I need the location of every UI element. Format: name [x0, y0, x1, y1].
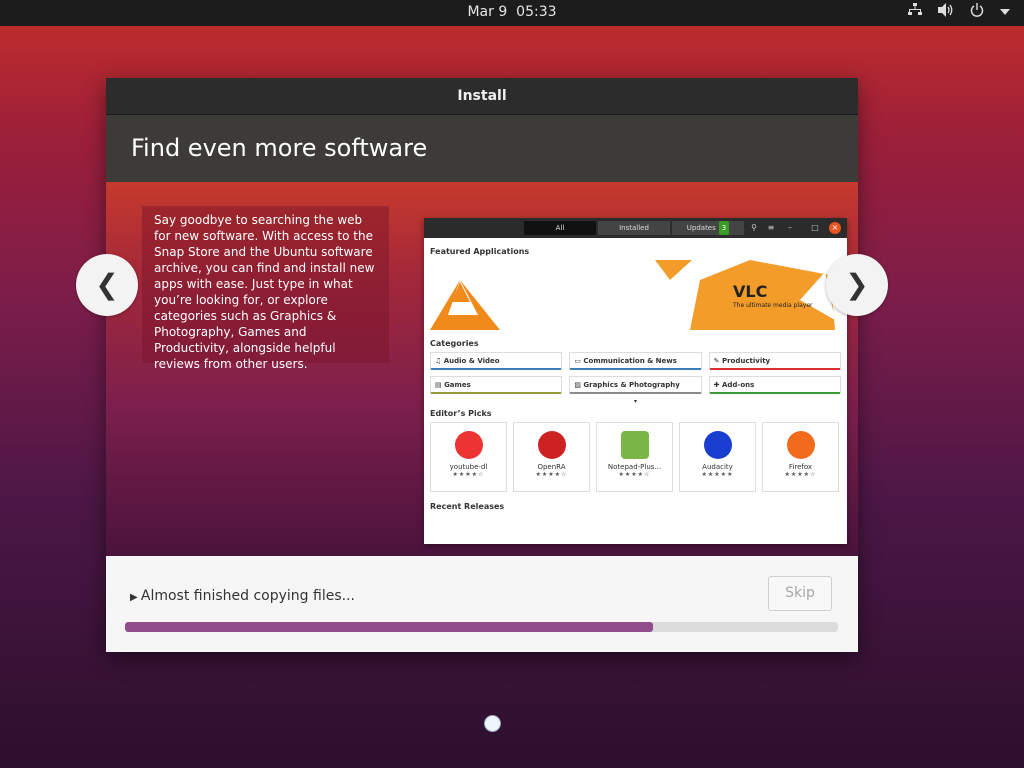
pick-stars: ★★★★★ — [701, 471, 734, 478]
firefox-icon — [786, 431, 815, 459]
clock[interactable]: Mar 9 05:33 — [0, 4, 1024, 20]
slideshow: Say goodbye to searching the web for new… — [106, 182, 858, 556]
featured-banner: VLC The ultimate media player — [430, 260, 841, 330]
pick-name: Notepad-Plus... — [607, 463, 662, 471]
pick-stars: ★★★★☆ — [784, 471, 817, 478]
software-screenshot: All Installed Updates 3 ⚲ ≡ – □ × Feature… — [424, 218, 847, 544]
chevron-left-icon: ❮ — [95, 268, 119, 301]
menu-caret-icon[interactable] — [1000, 4, 1010, 20]
progress-area: ▶ Almost finished copying files... Skip — [106, 556, 858, 652]
top-bar: Mar 9 05:33 — [0, 0, 1024, 26]
picks-title: Editor’s Picks — [430, 409, 492, 418]
tab-updates-label: Updates — [686, 224, 716, 232]
search-icon: ⚲ — [751, 223, 757, 232]
category-label: Graphics & Photography — [583, 381, 680, 389]
category-communication: ▭ Communication & News — [569, 352, 702, 370]
next-slide-button[interactable]: ❯ — [826, 254, 888, 316]
menu-icon: ≡ — [767, 223, 775, 232]
notepad-plus-icon — [620, 431, 649, 459]
audacity-icon — [703, 431, 732, 459]
maximize-icon: □ — [811, 223, 819, 232]
pick-card: Firefox ★★★★☆ — [762, 422, 839, 492]
network-icon[interactable] — [908, 3, 922, 21]
openra-icon — [537, 431, 566, 459]
pick-card: Audacity ★★★★★ — [679, 422, 756, 492]
power-icon[interactable] — [970, 3, 984, 21]
software-headerbar: All Installed Updates 3 ⚲ ≡ – □ × — [424, 218, 847, 238]
tab-installed: Installed — [598, 221, 670, 235]
clock-time: 05:33 — [516, 4, 557, 20]
recent-title: Recent Releases — [430, 502, 505, 511]
volume-icon[interactable] — [938, 3, 954, 21]
category-grid: ♫ Audio & Video ▭ Communication & News ✎… — [430, 352, 841, 394]
featured-title: Featured Applications — [430, 247, 530, 256]
chevron-right-icon: ❯ — [845, 268, 869, 301]
category-label: Audio & Video — [443, 357, 500, 365]
games-icon: ▤ — [435, 381, 445, 389]
puzzle-icon: ✚ — [713, 381, 722, 389]
banner-tagline: The ultimate media player — [733, 302, 813, 309]
youtube-dl-icon — [454, 431, 483, 459]
previous-slide-button[interactable]: ❮ — [76, 254, 138, 316]
category-label: Productivity — [721, 357, 771, 365]
installer-window: Install Find even more software Say good… — [106, 78, 858, 652]
window-title: Install — [106, 78, 858, 115]
slide-heading: Find even more software — [106, 115, 858, 182]
category-graphics: ▨ Graphics & Photography — [569, 376, 702, 394]
busy-spinner-icon — [485, 716, 500, 731]
close-icon: × — [829, 222, 841, 234]
skip-button[interactable]: Skip — [768, 576, 832, 611]
category-productivity: ✎ Productivity — [708, 352, 841, 370]
pick-card: youtube-dl ★★★★☆ — [430, 422, 507, 492]
category-games: ▤ Games — [430, 376, 563, 394]
category-label: Communication & News — [583, 357, 677, 365]
expander-arrow-icon: ▶ — [130, 592, 141, 603]
banner-title: VLC — [733, 282, 768, 301]
category-label: Games — [444, 381, 471, 389]
tab-all: All — [524, 221, 596, 235]
edit-icon: ✎ — [713, 357, 722, 365]
vlc-banner-art — [430, 260, 835, 330]
category-label: Add-ons — [721, 381, 755, 389]
editors-picks: youtube-dl ★★★★☆ OpenRA ★★★★☆ Notepad-Plus… — [430, 422, 841, 492]
progress-bar — [125, 622, 838, 632]
pick-card: OpenRA ★★★★☆ — [513, 422, 590, 492]
pick-name: Audacity — [702, 463, 733, 471]
pick-card: Notepad-Plus... ★★★★☆ — [596, 422, 673, 492]
pick-name: Firefox — [788, 463, 813, 471]
music-icon: ♫ — [435, 357, 444, 365]
system-tray — [908, 3, 1010, 21]
progress-fill — [125, 622, 653, 632]
pick-stars: ★★★★☆ — [452, 471, 485, 478]
pick-stars: ★★★★☆ — [535, 471, 568, 478]
tab-updates: Updates 3 — [672, 221, 744, 235]
pick-stars: ★★★★☆ — [618, 471, 651, 478]
minimize-icon: – — [788, 223, 792, 232]
pick-name: youtube-dl — [449, 463, 488, 471]
updates-count-badge: 3 — [718, 221, 730, 235]
clock-date: Mar 9 — [467, 4, 508, 20]
categories-title: Categories — [430, 339, 479, 348]
expand-caret-icon: ▾ — [633, 398, 637, 405]
category-audio-video: ♫ Audio & Video — [430, 352, 563, 370]
status-text: Almost finished copying files... — [140, 588, 355, 604]
slide-description: Say goodbye to searching the web for new… — [142, 206, 389, 371]
pick-name: OpenRA — [537, 463, 566, 471]
category-addons: ✚ Add-ons — [708, 376, 841, 394]
status-expander[interactable]: ▶ Almost finished copying files... — [130, 588, 355, 604]
